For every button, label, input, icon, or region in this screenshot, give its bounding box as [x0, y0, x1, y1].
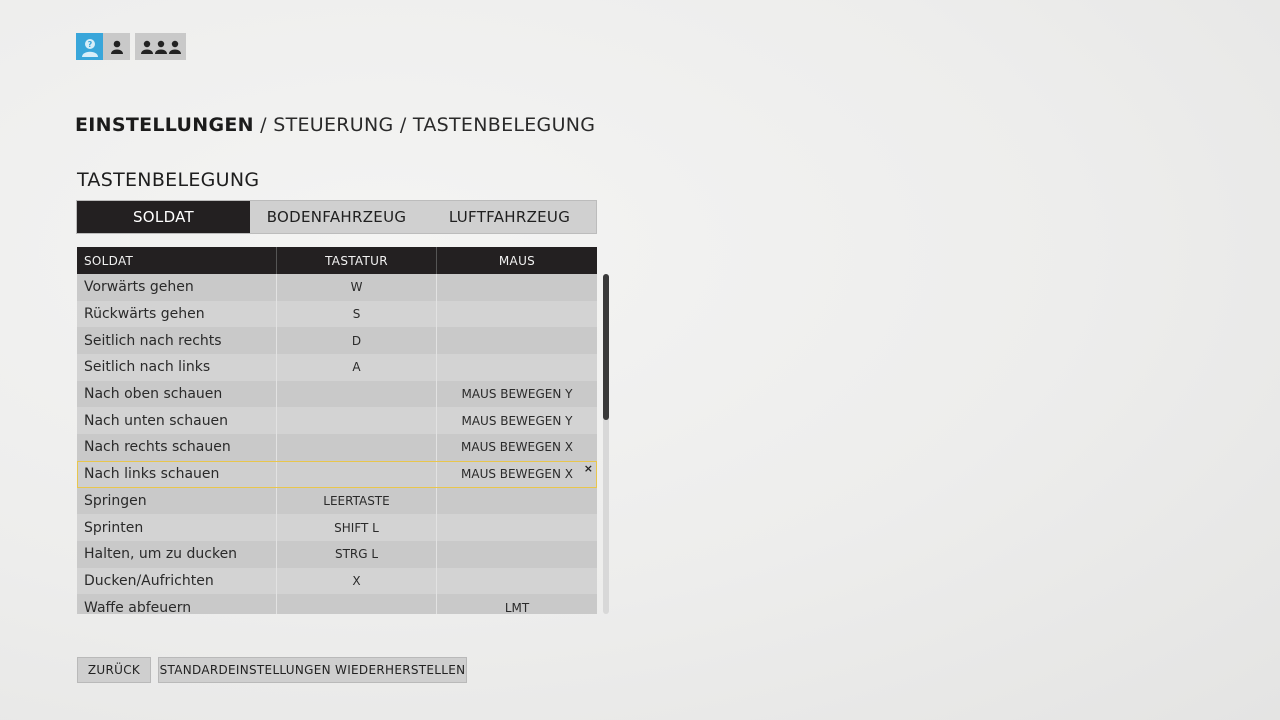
action-name: Ducken/Aufrichten — [77, 567, 277, 595]
table-body: Vorwärts gehen W Rückwärts gehen S Seitlich … — [77, 274, 597, 614]
restore-defaults-button[interactable]: STANDARDEINSTELLUNGEN WIEDERHERSTELLEN — [158, 657, 467, 683]
single-soldier-icon[interactable] — [103, 33, 130, 60]
keyboard-binding[interactable] — [277, 460, 437, 488]
scrollbar[interactable] — [603, 274, 609, 614]
table-row[interactable]: Nach oben schauen MAUS BEWEGEN Y — [77, 380, 597, 408]
action-name: Seitlich nach links — [77, 354, 277, 381]
keybinding-table: SOLDAT TASTATUR MAUS Vorwärts gehen W Rück… — [77, 247, 597, 614]
keyboard-binding[interactable]: W — [277, 274, 437, 301]
mouse-binding[interactable] — [437, 488, 597, 515]
clear-binding-icon[interactable]: × — [584, 462, 593, 475]
tab-luftfahrzeug[interactable]: LUFTFAHRZEUG — [423, 201, 596, 233]
header-keyboard: TASTATUR — [277, 247, 437, 274]
table-row[interactable]: Seitlich nach links A — [77, 354, 597, 381]
action-name: Springen — [77, 487, 277, 515]
section-title: TASTENBELEGUNG — [77, 169, 260, 191]
table-row[interactable]: Nach links schauen MAUS BEWEGEN X × — [77, 460, 597, 488]
header-mouse: MAUS — [498, 253, 536, 268]
action-name: Seitlich nach rechts — [77, 327, 277, 355]
breadcrumb-path: / STEUERUNG / TASTENBELEGUNG — [253, 114, 596, 136]
table-header: SOLDAT TASTATUR MAUS — [77, 247, 597, 274]
action-name: Waffe abfeuern — [77, 594, 277, 614]
table-row[interactable]: Vorwärts gehen W — [77, 274, 597, 301]
table-row[interactable]: Seitlich nach rechts D — [77, 327, 597, 355]
mouse-binding[interactable]: MAUS BEWEGEN X — [437, 461, 597, 488]
mouse-binding[interactable] — [437, 301, 597, 328]
action-name: Rückwärts gehen — [77, 300, 277, 328]
action-name: Nach oben schauen — [77, 380, 277, 408]
keyboard-binding[interactable]: SHIFT L — [277, 514, 437, 541]
keyboard-binding[interactable]: A — [277, 354, 437, 381]
keyboard-binding[interactable] — [277, 407, 437, 435]
table-row[interactable]: Ducken/Aufrichten X — [77, 567, 597, 595]
action-name: Nach rechts schauen — [77, 434, 277, 461]
squad-icon[interactable] — [135, 33, 186, 60]
squad-bar: ? — [76, 33, 186, 60]
table-row[interactable]: Halten, um zu ducken STRG L — [77, 540, 597, 568]
action-name: Halten, um zu ducken — [77, 540, 277, 568]
keyboard-binding[interactable]: LEERTASTE — [277, 487, 437, 515]
keyboard-binding[interactable]: X — [277, 567, 437, 595]
keyboard-binding[interactable] — [277, 434, 437, 461]
mouse-binding[interactable] — [437, 274, 597, 301]
tab-bar: SOLDAT BODENFAHRZEUG LUFTFAHRZEUG — [76, 200, 597, 234]
keyboard-binding[interactable]: STRG L — [277, 540, 437, 568]
keyboard-binding[interactable]: S — [277, 300, 437, 328]
table-row[interactable]: Rückwärts gehen S — [77, 300, 597, 328]
breadcrumb-root: EINSTELLUNGEN — [75, 114, 254, 136]
tab-bodenfahrzeug[interactable]: BODENFAHRZEUG — [250, 201, 423, 233]
action-name: Nach links schauen — [77, 460, 277, 488]
action-name: Vorwärts gehen — [77, 274, 277, 301]
mouse-binding[interactable] — [437, 354, 597, 381]
back-button[interactable]: ZURÜCK — [77, 657, 151, 683]
keyboard-binding[interactable] — [277, 594, 437, 614]
mouse-binding[interactable]: LMT — [437, 594, 597, 614]
svg-text:?: ? — [87, 40, 92, 49]
keyboard-binding[interactable] — [277, 380, 437, 408]
mouse-binding[interactable] — [437, 541, 597, 568]
scrollbar-thumb[interactable] — [603, 274, 609, 420]
mouse-binding[interactable]: MAUS BEWEGEN Y — [437, 381, 597, 408]
help-person-icon[interactable]: ? — [76, 33, 103, 60]
keyboard-binding[interactable]: D — [277, 327, 437, 355]
table-row[interactable]: Springen LEERTASTE — [77, 487, 597, 515]
breadcrumb: EINSTELLUNGEN / STEUERUNG / TASTENBELEGU… — [75, 114, 595, 136]
action-name: Sprinten — [77, 514, 277, 541]
mouse-binding[interactable]: MAUS BEWEGEN Y — [437, 407, 597, 434]
mouse-binding[interactable]: MAUS BEWEGEN X — [437, 434, 597, 461]
header-action: SOLDAT — [77, 247, 277, 274]
tab-soldat[interactable]: SOLDAT — [77, 201, 250, 233]
table-row[interactable]: Nach unten schauen MAUS BEWEGEN Y — [77, 407, 597, 435]
mouse-binding[interactable] — [437, 327, 597, 354]
mouse-binding[interactable] — [437, 568, 597, 595]
mouse-binding[interactable] — [437, 514, 597, 541]
table-row[interactable]: Waffe abfeuern LMT — [77, 594, 597, 614]
table-row[interactable]: Sprinten SHIFT L — [77, 514, 597, 541]
table-row[interactable]: Nach rechts schauen MAUS BEWEGEN X — [77, 434, 597, 461]
action-name: Nach unten schauen — [77, 407, 277, 435]
